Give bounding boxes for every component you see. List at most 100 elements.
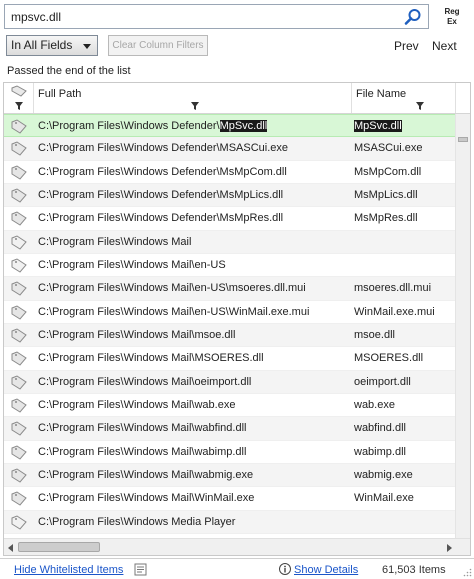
file-name-cell: MsMpLics.dll <box>354 188 418 201</box>
table-row[interactable]: C:\Program Files\Windows Mail <box>4 230 456 254</box>
info-icon <box>279 563 291 575</box>
regex-label-line2: Ex <box>447 17 457 26</box>
file-name-cell: MsMpCom.dll <box>354 165 422 178</box>
tag-icon <box>11 85 27 97</box>
search-status: Passed the end of the list <box>7 65 131 77</box>
results-grid[interactable]: Full Path File Name C:\Program Files\Win… <box>3 82 471 556</box>
horizontal-scrollbar[interactable] <box>4 538 470 555</box>
search-field-select-value: In All Fields <box>11 38 73 52</box>
table-row[interactable]: C:\Program Files\Windows Mail\en-US\WinM… <box>4 301 456 324</box>
clear-column-filters-button[interactable]: Clear Column Filters <box>108 35 208 56</box>
full-path-cell: C:\Program Files\Windows Defender\MsMpLi… <box>38 188 284 201</box>
file-name-cell: msoeres.dll.mui <box>354 282 432 295</box>
selected-table-row[interactable]: C:\Program Files\Windows Defender\MpSvc.… <box>4 114 456 138</box>
document-icon <box>11 398 27 413</box>
prev-button[interactable]: Prev <box>394 39 419 53</box>
full-path-cell: C:\Program Files\Windows Defender\MSASCu… <box>38 142 289 155</box>
document-icon <box>11 188 27 203</box>
document-icon <box>11 305 27 320</box>
file-name-cell: oeimport.dll <box>354 375 411 388</box>
match-highlight: MpSvc.dll <box>219 120 268 132</box>
file-name-cell: MpSvc.dll <box>354 120 402 132</box>
search-field-select[interactable]: In All Fields <box>6 35 98 56</box>
file-name-cell: MSASCui.exe <box>354 142 423 155</box>
table-row[interactable]: C:\Program Files\Windows Mail\en-US <box>4 254 456 278</box>
filter-icon[interactable] <box>416 102 424 110</box>
full-path-column-header[interactable]: Full Path <box>34 83 352 113</box>
search-box[interactable] <box>4 4 429 29</box>
document-icon <box>11 165 27 180</box>
table-row[interactable]: C:\Program Files\Windows Mail\wabimp.dll… <box>4 441 456 464</box>
document-icon <box>11 491 27 506</box>
icon-column-header[interactable] <box>4 83 34 113</box>
regex-toggle[interactable]: Reg Ex <box>438 7 466 27</box>
grid-header: Full Path File Name <box>4 83 470 114</box>
hide-whitelisted-link[interactable]: Hide Whitelisted Items <box>14 564 123 576</box>
path-prefix: C:\Program Files\Windows Defender\ <box>38 120 220 132</box>
table-row[interactable]: C:\Program Files\Windows Defender\MsMpCo… <box>4 161 456 184</box>
table-row[interactable]: C:\Program Files\Windows Media Player <box>4 510 456 534</box>
document-icon <box>11 421 27 436</box>
document-icon <box>11 328 27 343</box>
resize-grip-icon[interactable] <box>463 568 472 577</box>
table-row[interactable]: C:\Program Files\Windows Mail\WinMail.ex… <box>4 487 456 511</box>
file-name-cell: wabfind.dll <box>354 422 406 435</box>
folder-icon <box>11 235 27 250</box>
next-button[interactable]: Next <box>432 39 457 53</box>
filter-icon[interactable] <box>15 102 23 110</box>
table-row[interactable]: C:\Program Files\Windows Mail\oeimport.d… <box>4 370 456 394</box>
scroll-right-icon[interactable] <box>447 544 452 552</box>
horizontal-scrollbar-thumb[interactable] <box>18 542 100 552</box>
document-icon <box>11 375 27 390</box>
chevron-down-icon <box>83 44 91 49</box>
table-row[interactable]: C:\Program Files\Windows Mail\wab.exe wab… <box>4 394 456 418</box>
table-row[interactable]: C:\Program Files\Windows Defender\MSASCu… <box>4 137 456 161</box>
full-path-cell: C:\Program Files\Windows Mail\msoe.dll <box>38 328 236 341</box>
vertical-scrollbar-thumb[interactable] <box>458 137 468 142</box>
regex-label-line1: Reg <box>444 7 460 16</box>
document-icon <box>11 351 27 366</box>
file-name-column-header[interactable]: File Name <box>352 83 456 113</box>
folder-icon <box>11 515 27 530</box>
file-name-cell: WinMail.exe <box>354 492 414 505</box>
full-path-cell: C:\Program Files\Windows Defender\MsMpCo… <box>38 165 287 178</box>
table-row[interactable]: C:\Program Files\Windows Defender\MsMpRe… <box>4 207 456 231</box>
results-list: C:\Program Files\Windows Defender\MpSvc.… <box>4 114 456 534</box>
full-path-header-label: Full Path <box>38 88 82 100</box>
full-path-cell: C:\Program Files\Windows Mail\wabimp.dll <box>38 445 247 458</box>
document-icon <box>11 119 27 134</box>
table-row[interactable]: C:\Program Files\Windows Mail\wabmig.exe… <box>4 463 456 488</box>
full-path-cell: C:\Program Files\Windows Mail\wab.exe <box>38 398 236 411</box>
folder-icon <box>11 258 27 273</box>
table-row[interactable]: C:\Program Files\Windows Defender\MsMpLi… <box>4 183 456 208</box>
full-path-cell: C:\Program Files\Windows Mail\wabmig.exe <box>38 468 254 481</box>
table-row[interactable]: C:\Program Files\Windows Mail\msoe.dll ms… <box>4 323 456 348</box>
table-row[interactable]: C:\Program Files\Windows Mail\en-US\msoe… <box>4 277 456 301</box>
vertical-scrollbar[interactable] <box>455 114 470 539</box>
item-count: 61,503 Items <box>382 564 446 576</box>
full-path-cell: C:\Program Files\Windows Defender\MpSvc.… <box>38 120 268 132</box>
table-row[interactable]: C:\Program Files\Windows Mail\wabfind.dl… <box>4 417 456 441</box>
search-input[interactable] <box>5 5 395 28</box>
document-icon <box>11 281 27 296</box>
export-icon[interactable] <box>134 563 147 576</box>
scroll-left-icon[interactable] <box>8 544 13 552</box>
full-path-cell: C:\Program Files\Windows Mail <box>38 235 192 248</box>
filter-icon[interactable] <box>191 102 199 110</box>
file-name-cell: WinMail.exe.mui <box>354 305 435 318</box>
show-details-link[interactable]: Show Details <box>294 564 358 576</box>
file-name-cell: MSOERES.dll <box>354 352 424 365</box>
full-path-cell: C:\Program Files\Windows Mail\en-US\WinM… <box>38 305 310 318</box>
full-path-cell: C:\Program Files\Windows Media Player <box>38 515 236 528</box>
full-path-cell: C:\Program Files\Windows Defender\MsMpRe… <box>38 212 284 225</box>
full-path-cell: C:\Program Files\Windows Mail\MSOERES.dl… <box>38 352 264 365</box>
full-path-cell: C:\Program Files\Windows Mail\en-US\msoe… <box>38 282 306 295</box>
table-row[interactable]: C:\Program Files\Windows Mail\MSOERES.dl… <box>4 347 456 371</box>
full-path-cell: C:\Program Files\Windows Mail\WinMail.ex… <box>38 492 255 505</box>
file-name-cell: wabmig.exe <box>354 468 413 481</box>
file-name-cell: wabimp.dll <box>354 445 406 458</box>
file-name-header-label: File Name <box>356 88 407 100</box>
file-name-cell: msoe.dll <box>354 328 395 341</box>
file-name-cell: wab.exe <box>354 398 395 411</box>
search-icon[interactable] <box>404 8 422 26</box>
